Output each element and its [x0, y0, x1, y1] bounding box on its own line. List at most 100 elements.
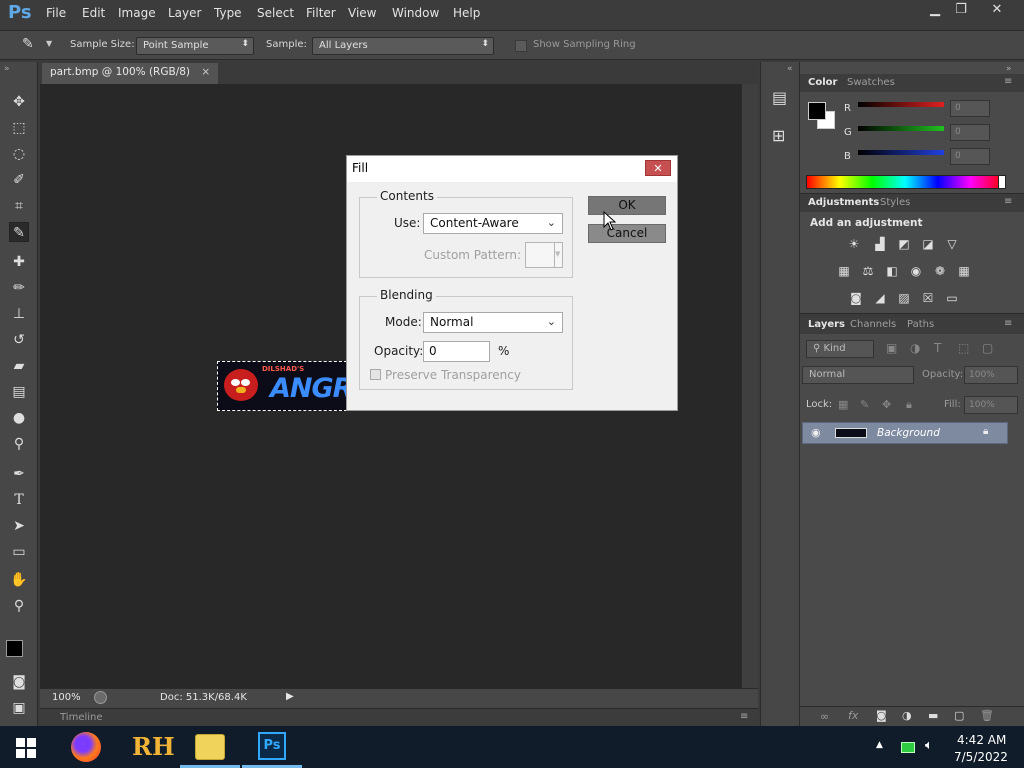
- color-foreground-swatch[interactable]: [808, 102, 826, 120]
- new-group-icon[interactable]: ▬: [928, 709, 938, 722]
- vibrance-icon[interactable]: ▽: [944, 237, 960, 251]
- fill-dialog-titlebar[interactable]: Fill: [347, 156, 677, 182]
- channel-r-slider[interactable]: [858, 102, 944, 107]
- layer-style-icon[interactable]: fx: [848, 709, 858, 722]
- tray-overflow-icon[interactable]: ▲: [876, 740, 883, 750]
- curves-icon[interactable]: ◩: [896, 237, 912, 251]
- sample-select[interactable]: All Layers ⬍: [312, 37, 494, 55]
- type-tool-icon[interactable]: T: [9, 490, 29, 510]
- lock-transparent-icon[interactable]: ▦: [838, 398, 848, 411]
- timeline-menu-icon[interactable]: ≡: [740, 711, 748, 722]
- volume-icon[interactable]: 🔈︎: [925, 738, 933, 753]
- menu-window[interactable]: Window: [392, 6, 439, 20]
- menu-file[interactable]: File: [46, 6, 66, 20]
- channel-g-slider[interactable]: [858, 126, 944, 131]
- close-tab-icon[interactable]: ×: [201, 66, 210, 78]
- brightness-contrast-icon[interactable]: ☀: [846, 237, 862, 251]
- add-mask-icon[interactable]: ◙: [876, 709, 887, 722]
- black-white-icon[interactable]: ◧: [884, 264, 900, 278]
- photoshop-taskbar-icon[interactable]: Ps: [258, 732, 286, 760]
- tab-paths[interactable]: Paths: [907, 319, 934, 330]
- color-spectrum-bar[interactable]: [806, 175, 1004, 189]
- windows-start-icon[interactable]: [16, 738, 36, 758]
- zoom-tool-icon[interactable]: ⚲: [9, 596, 29, 616]
- channel-r-value[interactable]: 0: [950, 100, 990, 117]
- expand-panels-icon[interactable]: «: [787, 64, 793, 74]
- blend-mode-select[interactable]: Normal: [802, 366, 914, 384]
- panel-menu-icon[interactable]: ≡: [1004, 76, 1012, 87]
- lock-position-icon[interactable]: ✥: [882, 398, 891, 411]
- rh-app-icon[interactable]: RH: [132, 732, 175, 761]
- mode-select[interactable]: Normal ⌄: [423, 312, 563, 333]
- brush-tool-icon[interactable]: ✏: [9, 278, 29, 298]
- levels-icon[interactable]: ▟: [872, 237, 888, 251]
- pen-tool-icon[interactable]: ✒: [9, 464, 29, 484]
- layer-row-background[interactable]: ◉ Background 🔒︎: [802, 422, 1008, 444]
- color-lookup-icon[interactable]: ▦: [956, 264, 972, 278]
- layer-opacity-input[interactable]: 100%: [964, 366, 1018, 384]
- collapse-panels-icon[interactable]: »: [1006, 64, 1012, 74]
- menu-image[interactable]: Image: [118, 6, 156, 20]
- show-sampling-ring-checkbox[interactable]: [515, 40, 527, 52]
- file-explorer-icon[interactable]: [195, 734, 225, 760]
- status-info-icon[interactable]: [94, 691, 107, 704]
- delete-layer-icon[interactable]: 🗑︎: [980, 709, 994, 722]
- zoom-level[interactable]: 100%: [52, 692, 81, 703]
- tab-swatches[interactable]: Swatches: [847, 77, 895, 88]
- layer-fill-input[interactable]: 100%: [964, 396, 1018, 414]
- hand-tool-icon[interactable]: ✋: [9, 570, 29, 590]
- channel-mixer-icon[interactable]: ❁: [932, 264, 948, 278]
- channel-b-slider[interactable]: [858, 150, 944, 155]
- type-filter-icon[interactable]: T: [934, 341, 941, 355]
- history-panel-icon[interactable]: ▤: [772, 88, 787, 107]
- gradient-map-icon[interactable]: ▭: [944, 291, 960, 305]
- eyedropper-tool-icon[interactable]: ✎: [9, 222, 29, 242]
- clone-stamp-tool-icon[interactable]: ⊥: [9, 304, 29, 324]
- status-menu-arrow-icon[interactable]: ▶: [286, 691, 294, 702]
- blur-tool-icon[interactable]: ●: [9, 408, 29, 428]
- channel-g-value[interactable]: 0: [950, 124, 990, 141]
- foreground-color-swatch[interactable]: [6, 640, 23, 657]
- hue-saturation-icon[interactable]: ▦: [836, 264, 852, 278]
- collapse-icon[interactable]: »: [4, 64, 10, 74]
- layer-filter-kind-select[interactable]: ⚲ Kind: [806, 340, 874, 358]
- menu-view[interactable]: View: [348, 6, 376, 20]
- channel-b-value[interactable]: 0: [950, 148, 990, 165]
- sample-size-select[interactable]: Point Sample ⬍: [136, 37, 254, 55]
- gradient-tool-icon[interactable]: ▤: [9, 382, 29, 402]
- restore-button[interactable]: ❐: [944, 0, 978, 20]
- menu-select[interactable]: Select: [257, 6, 294, 20]
- menu-filter[interactable]: Filter: [306, 6, 336, 20]
- opacity-input[interactable]: 0: [423, 341, 490, 362]
- threshold-icon[interactable]: ▨: [896, 291, 912, 305]
- color-balance-icon[interactable]: ⚖: [860, 264, 876, 278]
- tab-adjustments[interactable]: Adjustments: [808, 197, 879, 208]
- eraser-tool-icon[interactable]: ▰: [9, 356, 29, 376]
- close-window-button[interactable]: ✕: [980, 0, 1014, 20]
- quick-selection-tool-icon[interactable]: ✐: [9, 170, 29, 190]
- visibility-eye-icon[interactable]: ◉: [811, 426, 821, 439]
- history-brush-tool-icon[interactable]: ↺: [9, 330, 29, 350]
- invert-icon[interactable]: ◙: [848, 291, 864, 305]
- spectrum-white-swatch[interactable]: [998, 175, 1006, 189]
- ok-button[interactable]: OK: [588, 196, 666, 215]
- tool-preset-chevron-icon[interactable]: ▼: [46, 39, 52, 48]
- tab-color[interactable]: Color: [808, 77, 837, 88]
- lock-all-icon[interactable]: 🔒︎: [906, 398, 912, 412]
- smart-object-filter-icon[interactable]: ▢: [982, 341, 993, 355]
- lasso-tool-icon[interactable]: ◌: [9, 144, 29, 164]
- eyedropper-icon[interactable]: ✎: [22, 36, 34, 52]
- marquee-tool-icon[interactable]: ⬚: [9, 118, 29, 138]
- menu-help[interactable]: Help: [453, 6, 480, 20]
- path-selection-tool-icon[interactable]: ➤: [9, 516, 29, 536]
- use-select[interactable]: Content-Aware ⌄: [423, 213, 563, 234]
- tab-channels[interactable]: Channels: [850, 319, 896, 330]
- tab-styles[interactable]: Styles: [880, 197, 910, 208]
- healing-brush-tool-icon[interactable]: ✚: [9, 252, 29, 272]
- screen-mode-icon[interactable]: ▣: [9, 698, 29, 718]
- rectangle-tool-icon[interactable]: ▭: [9, 542, 29, 562]
- menu-edit[interactable]: Edit: [82, 6, 105, 20]
- menu-type[interactable]: Type: [214, 6, 242, 20]
- quick-mask-icon[interactable]: ◙: [9, 672, 29, 692]
- firefox-icon[interactable]: [71, 732, 101, 762]
